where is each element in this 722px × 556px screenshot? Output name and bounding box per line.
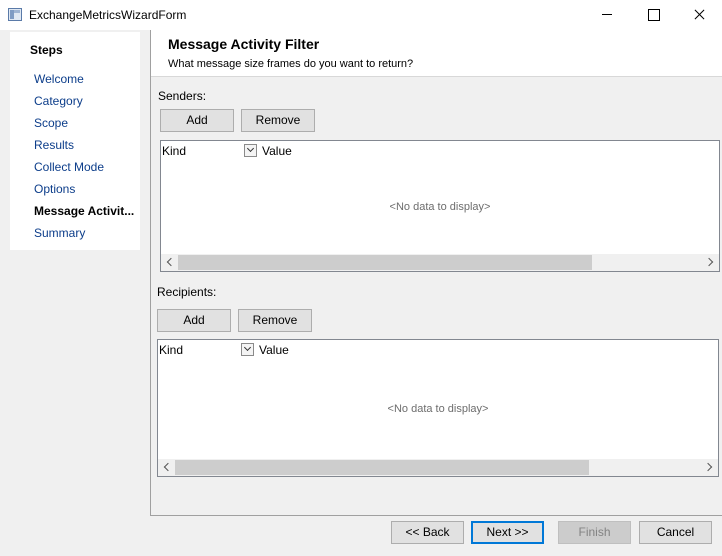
filter-dropdown-icon[interactable] <box>244 144 257 157</box>
step-results[interactable]: Results <box>34 138 74 152</box>
scroll-right-icon[interactable] <box>701 459 718 476</box>
step-summary[interactable]: Summary <box>34 226 85 240</box>
content-area: Senders: Add Remove Kind Value <No data … <box>151 78 722 515</box>
scroll-right-icon[interactable] <box>702 254 719 271</box>
main-panel: Message Activity Filter What message siz… <box>150 30 722 516</box>
recipients-add-button[interactable]: Add <box>157 309 231 332</box>
recipients-kind-column-header[interactable]: Kind <box>159 343 183 357</box>
senders-kind-column-header[interactable]: Kind <box>162 144 186 158</box>
page-title: Message Activity Filter <box>168 36 320 52</box>
page-subtitle: What message size frames do you want to … <box>168 58 414 70</box>
next-button[interactable]: Next >> <box>471 521 544 544</box>
client-area: Steps Welcome Category Scope Results Col… <box>0 30 722 556</box>
senders-empty-message: <No data to display> <box>389 201 491 213</box>
minimize-icon[interactable] <box>584 0 630 30</box>
steps-panel: Steps Welcome Category Scope Results Col… <box>10 32 140 250</box>
senders-grid[interactable]: Kind Value <No data to display> <box>160 140 720 272</box>
close-icon[interactable] <box>676 0 722 30</box>
recipients-remove-button[interactable]: Remove <box>238 309 312 332</box>
finish-button[interactable]: Finish <box>558 521 631 544</box>
senders-add-button[interactable]: Add <box>160 109 234 132</box>
scroll-left-icon[interactable] <box>158 459 175 476</box>
senders-label: Senders: <box>158 89 207 103</box>
step-scope[interactable]: Scope <box>34 116 68 130</box>
recipients-grid[interactable]: Kind Value <No data to display> <box>157 339 719 477</box>
step-welcome[interactable]: Welcome <box>34 72 84 86</box>
page-header: Message Activity Filter What message siz… <box>151 30 722 77</box>
cancel-button[interactable]: Cancel <box>639 521 712 544</box>
maximize-icon[interactable] <box>630 0 676 30</box>
step-options[interactable]: Options <box>34 182 75 196</box>
recipients-value-column-header[interactable]: Value <box>259 343 289 357</box>
senders-horizontal-scrollbar[interactable] <box>161 254 719 271</box>
step-category[interactable]: Category <box>34 94 83 108</box>
recipients-empty-message: <No data to display> <box>387 403 489 415</box>
senders-remove-button[interactable]: Remove <box>241 109 315 132</box>
recipients-label: Recipients: <box>157 285 217 299</box>
title-bar: ExchangeMetricsWizardForm <box>0 0 722 30</box>
scrollbar-thumb[interactable] <box>175 460 589 475</box>
back-button[interactable]: << Back <box>391 521 464 544</box>
window-title: ExchangeMetricsWizardForm <box>29 8 187 22</box>
scroll-left-icon[interactable] <box>161 254 178 271</box>
filter-dropdown-icon[interactable] <box>241 343 254 356</box>
step-collect-mode[interactable]: Collect Mode <box>34 160 104 174</box>
senders-value-column-header[interactable]: Value <box>262 144 292 158</box>
steps-heading: Steps <box>30 43 63 57</box>
step-message-activity[interactable]: Message Activit... <box>34 204 134 218</box>
scrollbar-thumb[interactable] <box>178 255 592 270</box>
app-icon <box>8 8 22 21</box>
recipients-horizontal-scrollbar[interactable] <box>158 459 718 476</box>
